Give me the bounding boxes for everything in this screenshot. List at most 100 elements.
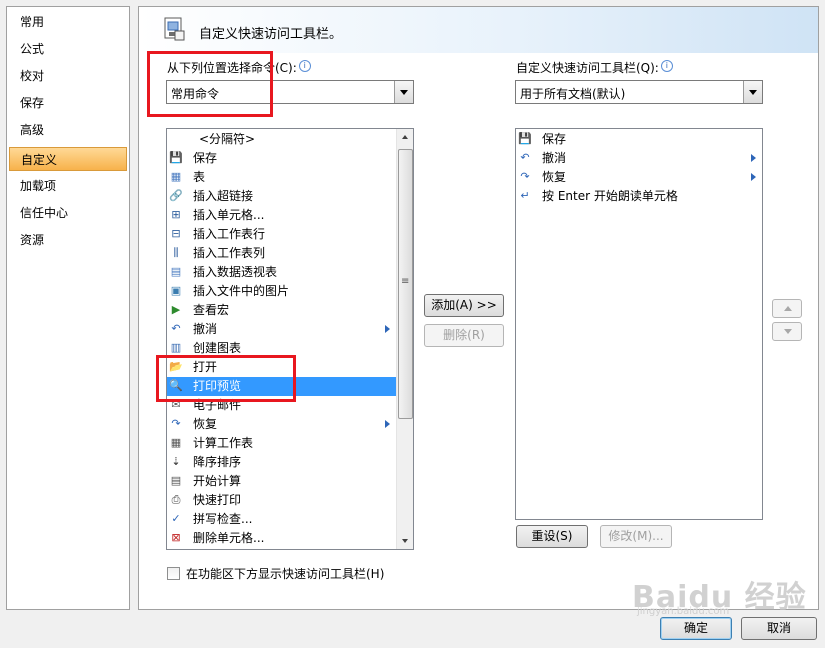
nav-item-advanced[interactable]: 高级 (9, 118, 127, 142)
toolbar-scope-combo[interactable]: 用于所有文档(默认) (515, 80, 763, 104)
scroll-down-icon[interactable] (397, 532, 413, 549)
command-row-label: 撤消 (193, 322, 218, 336)
commands-list-scrollbar[interactable] (396, 129, 413, 549)
nav-item-formulas[interactable]: 公式 (9, 37, 127, 61)
toolbar-command-row[interactable]: ↶ 撤消 (516, 149, 762, 168)
macro-icon: ▶ (171, 303, 181, 316)
save-icon: 💾 (518, 132, 532, 145)
toolbar-command-row[interactable]: 💾 保存 (516, 130, 762, 149)
chevron-right-icon (751, 154, 756, 162)
toolbar-scope-value: 用于所有文档(默认) (520, 87, 626, 101)
chevron-down-icon[interactable] (743, 81, 762, 103)
move-down-button[interactable] (772, 322, 802, 341)
command-row-label: 插入超链接 (193, 189, 254, 203)
command-row[interactable]: ▣ 插入文件中的图片 (167, 282, 396, 301)
toolbar-command-row-label: 保存 (542, 132, 567, 146)
scroll-thumb[interactable] (398, 149, 413, 419)
toolbar-command-row-label: 按 Enter 开始朗读单元格 (542, 189, 678, 203)
command-row[interactable]: ↷ 恢复 (167, 415, 396, 434)
command-row[interactable]: ▤ 插入数据透视表 (167, 263, 396, 282)
nav-item-customize[interactable]: 自定义 (9, 147, 127, 171)
command-row[interactable]: ⊠ 删除单元格... (167, 529, 396, 548)
command-row[interactable]: 🔗 插入超链接 (167, 187, 396, 206)
insert-cells-icon: ⊞ (171, 208, 181, 221)
toolbar-command-row-label: 恢复 (542, 170, 567, 184)
delete-cells-icon: ⊠ (171, 531, 181, 544)
commands-list[interactable]: <分隔符> 💾 保存 ▦ 表 🔗 插入超链接 ⊞ 插入单元格... ⊟ 插入工作表行 ⫼ 插入工作表列 ▤… (166, 128, 414, 550)
command-row-label: 插入数据透视表 (193, 265, 278, 279)
customize-panel: 自定义快速访问工具栏。 从下列位置选择命令(C): i 常用命令 <分隔符> 💾 保存… (138, 6, 819, 610)
command-row-label: 插入单元格... (193, 208, 265, 222)
insert-column-icon: ⫼ (173, 246, 179, 259)
chevron-down-icon[interactable] (394, 81, 413, 103)
spelling-icon: ✓ (171, 512, 181, 525)
quick-access-toolbar-icon (164, 17, 185, 41)
panel-header: 自定义快速访问工具栏。 (139, 7, 818, 53)
hyperlink-icon: 🔗 (169, 189, 183, 202)
sort-descending-icon: ⇣ (171, 455, 181, 468)
toolbar-command-row[interactable]: ↵ 按 Enter 开始朗读单元格 (516, 187, 762, 206)
calculate-now-icon: ▤ (170, 474, 182, 487)
move-up-button[interactable] (772, 299, 802, 318)
insert-row-icon: ⊟ (171, 227, 181, 240)
command-row-label: 计算工作表 (193, 436, 254, 450)
pivot-table-icon: ▤ (170, 265, 182, 278)
command-row-label: 拼写检查... (193, 512, 253, 526)
modify-button[interactable]: 修改(M)... (600, 525, 672, 548)
scroll-up-icon[interactable] (397, 129, 413, 146)
toolbar-commands-list[interactable]: 💾 保存 ↶ 撤消 ↷ 恢复 ↵ 按 Enter 开始朗读单元格 (515, 128, 763, 520)
command-row-label: 插入文件中的图片 (193, 284, 290, 298)
cancel-button[interactable]: 取消 (741, 617, 817, 640)
table-icon: ▦ (170, 170, 182, 183)
remove-button[interactable]: 删除(R) (424, 324, 504, 347)
quick-print-icon: ⎙ (171, 493, 181, 506)
undo-icon: ↶ (520, 151, 530, 164)
command-row-label: 降序排序 (193, 455, 242, 469)
command-row[interactable]: ⫼ 插入工作表列 (167, 244, 396, 263)
toolbar-command-row[interactable]: ↷ 恢复 (516, 168, 762, 187)
add-button[interactable]: 添加(A) >> (424, 294, 504, 317)
nav-item-trust-center[interactable]: 信任中心 (9, 201, 127, 225)
command-row-label: 快速打印 (193, 493, 242, 507)
command-row-label: <分隔符> (199, 132, 256, 146)
reset-button[interactable]: 重设(S) (516, 525, 588, 548)
show-below-ribbon-label: 在功能区下方显示快速访问工具栏(H) (186, 567, 385, 581)
command-row[interactable]: ▦ 表 (167, 168, 396, 187)
chevron-right-icon (751, 173, 756, 181)
info-icon: i (298, 60, 311, 72)
command-row[interactable]: ⊟ 插入工作表行 (167, 225, 396, 244)
toolbar-command-row-label: 撤消 (542, 151, 567, 165)
save-icon: 💾 (169, 151, 183, 164)
command-row[interactable]: ✓ 拼写检查... (167, 510, 396, 529)
chevron-right-icon (385, 420, 390, 428)
nav-item-save[interactable]: 保存 (9, 91, 127, 115)
picture-icon: ▣ (170, 284, 182, 297)
show-below-ribbon-checkbox[interactable] (167, 567, 180, 580)
command-row[interactable]: ⊞ 插入单元格... (167, 206, 396, 225)
nav-item-proofing[interactable]: 校对 (9, 64, 127, 88)
command-row[interactable]: ▶ 查看宏 (167, 301, 396, 320)
redo-icon: ↷ (171, 417, 181, 430)
options-nav: 常用 公式 校对 保存 高级 自定义 加载项 信任中心 资源 (6, 6, 130, 610)
nav-item-addins[interactable]: 加载项 (9, 174, 127, 198)
panel-title: 自定义快速访问工具栏。 (199, 27, 343, 42)
undo-icon: ↶ (171, 322, 181, 335)
command-row-label: 保存 (193, 151, 218, 165)
command-row[interactable]: 💾 保存 (167, 149, 396, 168)
command-row[interactable]: ▦ 计算工作表 (167, 434, 396, 453)
nav-item-general[interactable]: 常用 (9, 10, 127, 34)
command-row-label: 开始计算 (193, 474, 242, 488)
watermark-url: jingyan.baidu.com (637, 606, 730, 617)
ok-button[interactable]: 确定 (660, 617, 732, 640)
chart-icon: ▥ (170, 341, 182, 354)
command-row[interactable]: <分隔符> (167, 130, 396, 149)
command-row[interactable]: ⇣ 降序排序 (167, 453, 396, 472)
command-row[interactable]: ⎙ 快速打印 (167, 491, 396, 510)
speak-on-enter-icon: ↵ (520, 189, 530, 202)
command-row-label: 删除单元格... (193, 531, 265, 545)
command-row[interactable]: ↶ 撤消 (167, 320, 396, 339)
chevron-right-icon (385, 325, 390, 333)
nav-item-resources[interactable]: 资源 (9, 228, 127, 252)
calculate-sheet-icon: ▦ (170, 436, 182, 449)
command-row[interactable]: ▤ 开始计算 (167, 472, 396, 491)
